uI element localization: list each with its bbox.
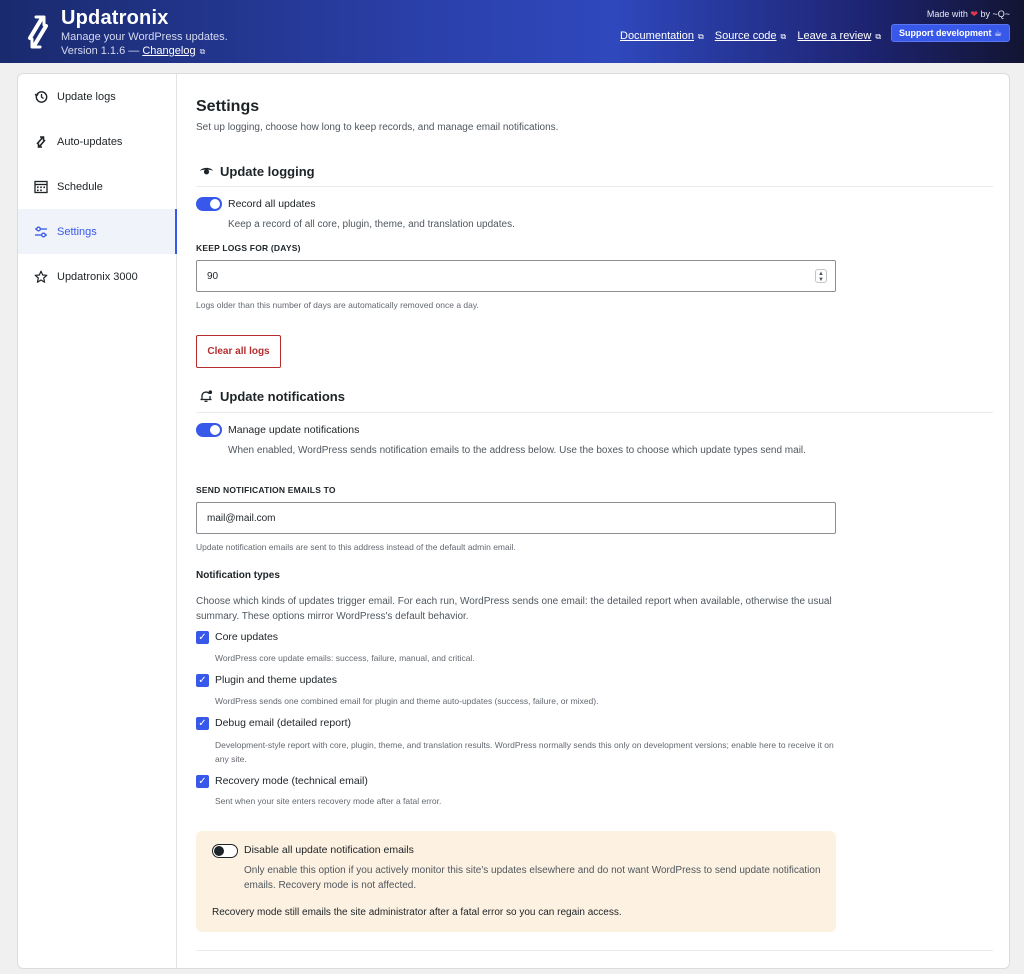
changelog-link[interactable]: Changelog [142,45,195,57]
sidebar-item-updatronix-3000[interactable]: Updatronix 3000 [18,254,177,299]
notification-types-help: Choose which kinds of updates trigger em… [196,596,832,622]
checkbox-help: WordPress core update emails: success, f… [215,653,475,663]
keep-logs-help: Logs older than this number of days are … [196,300,479,310]
notification-types-heading: Notification types [196,570,280,581]
page-title: Settings [196,98,260,115]
sidebar-nav: Update logs Auto-updates Schedule Settin… [18,74,177,968]
settings-panel: Settings Set up logging, choose how long… [196,74,996,968]
manage-notifications-label: Manage update notifications [228,424,360,436]
external-link-icon: ⧉ [780,32,787,41]
history-icon [33,89,49,105]
record-updates-toggle[interactable] [196,197,222,211]
made-with-label: Made with [926,9,968,19]
keep-logs-label: KEEP LOGS FOR (DAYS) [196,243,301,253]
author-label: by ~Q~ [980,9,1010,19]
star-icon [33,269,49,285]
section-heading-label: Update logging [220,163,315,179]
bell-icon [198,388,214,404]
debug-email-checkbox[interactable]: ✓ [196,717,209,730]
checkbox-label: Core updates [215,631,279,643]
sidebar-item-label: Update logs [57,90,116,103]
version-info: Version 1.1.6 — Changelog ⧉ [61,45,205,57]
sync-icon [33,134,49,150]
manage-notifications-help: When enabled, WordPress sends notificati… [228,445,806,456]
app-title: Updatronix [61,7,169,29]
checkbox-label: Recovery mode (technical email) [215,775,368,787]
notification-email-help: Update notification emails are sent to t… [196,542,516,552]
notification-email-value: mail@mail.com [207,512,276,524]
disable-notifications-help: Only enable this option if you actively … [244,865,821,891]
updatronix-logo-icon [28,15,48,49]
settings-card: Update logs Auto-updates Schedule Settin… [17,73,1010,969]
sidebar-item-label: Auto-updates [57,135,123,148]
keep-logs-days-input[interactable]: 90 ▲ ▼ [196,260,836,292]
external-link-icon: ⧉ [698,32,704,41]
support-development-button[interactable]: Support development ☕ [891,24,1010,42]
record-updates-label: Record all updates [228,198,316,210]
section-heading-label: Update notifications [220,388,345,404]
core-updates-checkbox[interactable]: ✓ [196,631,209,644]
checkbox-label: Plugin and theme updates [215,674,338,686]
sidebar-item-settings[interactable]: Settings [18,209,177,254]
documentation-link[interactable]: Documentation [620,30,694,42]
section-divider [196,950,993,951]
notification-email-input[interactable]: mail@mail.com [196,502,836,534]
version-label: Version 1.1.6 — [61,45,140,57]
sidebar-item-auto-updates[interactable]: Auto-updates [18,119,177,164]
eye-icon [198,163,214,179]
disable-notifications-panel: Disable all update notification emails O… [196,831,836,932]
heart-icon: ❤ [970,9,978,19]
clear-all-logs-button[interactable]: Clear all logs [196,335,281,368]
sidebar-item-label: Settings [57,225,97,238]
header-links: Documentation ⧉ Source code ⧉ Leave a revi… [620,30,881,42]
section-divider [196,186,993,187]
sidebar-item-schedule[interactable]: Schedule [18,164,177,209]
source-code-link[interactable]: Source code [715,30,777,42]
sidebar-item-label: Updatronix 3000 [57,270,138,283]
record-updates-help: Keep a record of all core, plugin, theme… [228,219,515,230]
plugin-theme-updates-checkbox[interactable]: ✓ [196,674,209,687]
made-with-credit: Made with ❤ by ~Q~ [927,9,1010,20]
external-link-icon: ⧉ [875,32,882,41]
app-tagline: Manage your WordPress updates. [61,31,228,43]
checkbox-help: WordPress sends one combined email for p… [215,696,599,706]
sidebar-item-update-logs[interactable]: Update logs [18,74,177,119]
manage-notifications-toggle[interactable] [196,423,222,437]
sidebar-item-label: Schedule [57,180,103,193]
leave-review-link[interactable]: Leave a review [797,30,871,42]
notification-email-label: SEND NOTIFICATION EMAILS TO [196,485,336,495]
recovery-mode-checkbox[interactable]: ✓ [196,775,209,788]
number-stepper-icon[interactable]: ▲ ▼ [815,269,827,283]
disable-notifications-toggle[interactable] [212,844,238,858]
disable-notifications-label: Disable all update notification emails [244,844,414,856]
page-subtitle: Set up logging, choose how long to keep … [196,122,559,133]
section-heading-notifications: Update notifications [198,388,345,404]
recovery-mode-note: Recovery mode still emails the site admi… [212,907,622,918]
section-divider [196,412,993,413]
keep-logs-value: 90 [207,270,219,282]
sliders-icon [33,224,49,240]
calendar-icon [33,179,49,195]
external-link-icon: ⧉ [199,47,206,56]
checkbox-label: Debug email (detailed report) [215,717,351,729]
app-header: Updatronix Manage your WordPress updates… [0,0,1024,63]
checkbox-help: Development-style report with core, plug… [215,740,834,764]
checkbox-help: Sent when your site enters recovery mode… [215,796,442,806]
section-heading-logging: Update logging [198,163,315,179]
